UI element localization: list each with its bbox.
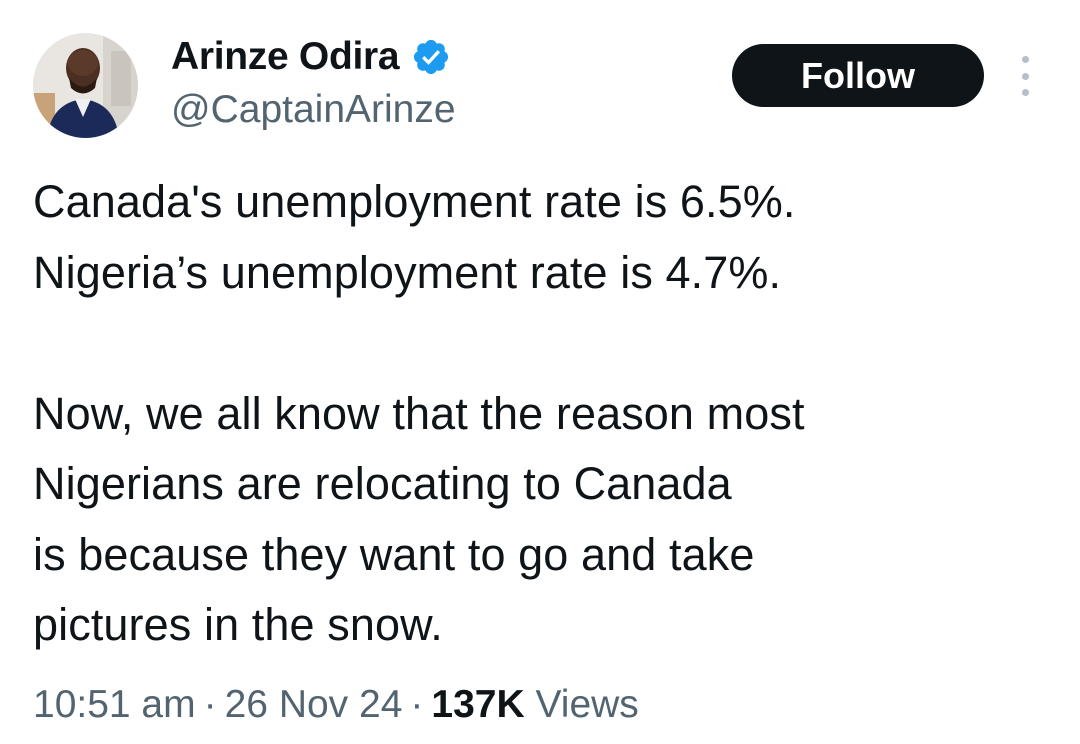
views-label[interactable]: Views bbox=[535, 683, 638, 726]
dot bbox=[1021, 89, 1029, 96]
verified-badge-icon bbox=[414, 39, 449, 75]
dot bbox=[1021, 72, 1029, 80]
dot bbox=[1021, 56, 1029, 63]
tweet-line: Canada's unemployment rate is 6.5%. bbox=[33, 176, 796, 227]
views-count[interactable]: 137K bbox=[431, 683, 524, 726]
tweet-meta: 10:51 am · 26 Nov 24 · 137K Views bbox=[33, 680, 639, 730]
author-display-name[interactable]: Arinze Odira bbox=[171, 33, 400, 81]
meta-separator: · bbox=[203, 683, 217, 726]
tweet-time[interactable]: 10:51 am bbox=[33, 683, 196, 726]
more-options-icon[interactable] bbox=[1010, 56, 1040, 96]
profile-photo bbox=[33, 33, 138, 138]
tweet-line: Now, we all know that the reason most bbox=[33, 387, 805, 439]
tweet-line: is because they want to go and take bbox=[33, 528, 755, 580]
author-name-row: Arinze Odira bbox=[171, 33, 451, 81]
avatar[interactable] bbox=[33, 33, 138, 138]
tweet-date[interactable]: 26 Nov 24 bbox=[225, 683, 403, 726]
meta-separator: · bbox=[410, 683, 424, 726]
author-handle[interactable]: @CaptainArinze bbox=[171, 86, 456, 134]
tweet-line: Nigerians are relocating to Canada bbox=[33, 458, 732, 509]
follow-button[interactable]: Follow bbox=[732, 44, 984, 107]
tweet-text: Canada's unemployment rate is 6.5%. Nige… bbox=[33, 167, 1043, 661]
tweet-line: pictures in the snow. bbox=[33, 599, 443, 650]
tweet-line: Nigeria’s unemployment rate is 4.7%. bbox=[33, 246, 782, 298]
